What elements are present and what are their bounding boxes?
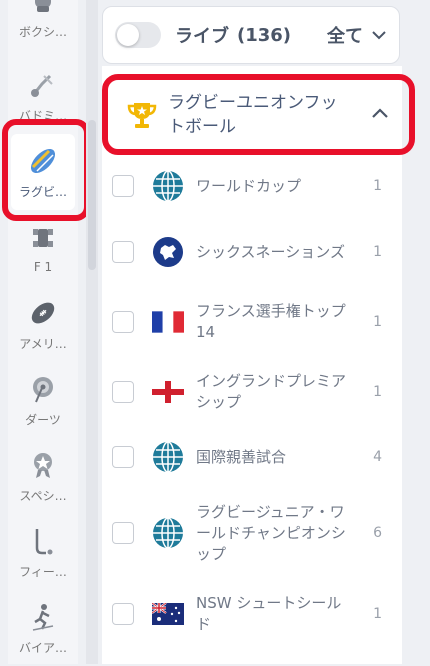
competition-count: 6 bbox=[373, 525, 382, 541]
sidebar-item-specials[interactable]: スペシ… bbox=[8, 438, 78, 514]
sidebar-item-f1[interactable]: F 1 bbox=[8, 210, 78, 286]
globe-icon bbox=[152, 517, 184, 549]
list-item[interactable]: 国際親善試合 4 bbox=[112, 441, 394, 473]
row-checkbox[interactable] bbox=[112, 446, 134, 468]
sidebar-item-boxing[interactable]: ボクシ… bbox=[8, 0, 78, 50]
selected-sport-highlight bbox=[2, 119, 90, 221]
hockey-stick-icon bbox=[27, 525, 59, 557]
competition-count: 1 bbox=[373, 606, 382, 622]
sidebar-item-darts[interactable]: ダーツ bbox=[8, 362, 78, 438]
globe-icon bbox=[152, 170, 184, 202]
main-panel: ライブ (136) 全て ラグビーユニオンフットボール ワールドカップ 1 シッ… bbox=[102, 0, 415, 664]
sidebar-item-label: F 1 bbox=[33, 260, 53, 274]
row-checkbox[interactable] bbox=[112, 522, 134, 544]
row-checkbox[interactable] bbox=[112, 311, 134, 333]
list-item[interactable]: ラグビージュニア・ワールドチャンピオンシップ 6 bbox=[112, 500, 394, 566]
shuttlecock-icon bbox=[27, 69, 59, 101]
live-count: (136) bbox=[237, 24, 292, 46]
sidebar-item-label: バイア… bbox=[18, 640, 67, 655]
live-filter-bar: ライブ (136) 全て bbox=[102, 6, 400, 64]
competition-name: NSW シュートシールド bbox=[196, 594, 342, 633]
competition-count: 1 bbox=[373, 384, 382, 400]
toggle-knob bbox=[117, 24, 139, 46]
sidebar-item-field-hockey[interactable]: フィー… bbox=[8, 514, 78, 590]
list-item[interactable]: シックスネーションズ 1 bbox=[112, 230, 394, 274]
row-checkbox[interactable] bbox=[112, 175, 134, 197]
competition-count: 1 bbox=[373, 244, 382, 260]
american-football-icon bbox=[27, 297, 59, 329]
chevron-down-icon[interactable] bbox=[371, 27, 387, 43]
sidebar-item-label: フィー… bbox=[19, 564, 67, 579]
boxing-glove-icon bbox=[27, 0, 59, 17]
england-flag-icon bbox=[152, 376, 184, 408]
sidebar-item-label: アメリ… bbox=[19, 336, 67, 351]
competition-name: 国際親善試合 bbox=[196, 447, 287, 466]
france-flag-icon bbox=[152, 306, 184, 338]
scrollbar-thumb[interactable] bbox=[88, 120, 96, 270]
competition-name: シックスネーションズ bbox=[196, 242, 345, 261]
competition-name: ラグビージュニア・ワールドチャンピオンシップ bbox=[196, 502, 346, 563]
filter-select[interactable]: 全て bbox=[327, 22, 363, 48]
sidebar-item-american-football[interactable]: アメリ… bbox=[8, 286, 78, 362]
row-checkbox[interactable] bbox=[112, 241, 134, 263]
live-label: ライブ bbox=[175, 26, 229, 47]
sidebar-item-label: ダーツ bbox=[25, 412, 61, 427]
list-item[interactable]: イングランドプレミアシップ 1 bbox=[112, 370, 394, 414]
globe-icon bbox=[152, 441, 184, 473]
sidebar-item-label: スペシ… bbox=[19, 488, 67, 503]
list-item[interactable]: ワールドカップ 1 bbox=[112, 170, 394, 202]
row-checkbox[interactable] bbox=[112, 603, 134, 625]
competition-list bbox=[102, 66, 402, 664]
list-item[interactable]: フランス選手権トップ14 1 bbox=[112, 300, 394, 344]
competition-name: フランス選手権トップ14 bbox=[196, 302, 346, 341]
biathlon-skier-icon bbox=[27, 601, 59, 633]
list-item[interactable]: NSW シュートシールド 1 bbox=[112, 592, 394, 636]
formula1-car-icon bbox=[27, 222, 59, 254]
europe-icon bbox=[152, 236, 184, 268]
competition-count: 1 bbox=[373, 314, 382, 330]
category-highlight bbox=[102, 74, 415, 155]
competition-count: 4 bbox=[373, 449, 382, 465]
scrollbar-track[interactable] bbox=[86, 0, 98, 664]
competition-count: 1 bbox=[373, 178, 382, 194]
live-toggle[interactable] bbox=[115, 22, 161, 48]
award-medal-icon bbox=[27, 449, 59, 481]
competition-name: ワールドカップ bbox=[196, 176, 302, 195]
sidebar-item-biathlon[interactable]: バイア… bbox=[8, 590, 78, 666]
sidebar-item-label: ボクシ… bbox=[18, 24, 67, 39]
dart-icon bbox=[27, 373, 59, 405]
australia-flag-icon bbox=[152, 598, 184, 630]
competition-name: イングランドプレミアシップ bbox=[196, 372, 347, 411]
row-checkbox[interactable] bbox=[112, 381, 134, 403]
sport-sidebar: ボクシ… バドミ… ラグビ… F 1 アメリ… ダーツ スペシ… フィー… バイ… bbox=[8, 0, 78, 664]
